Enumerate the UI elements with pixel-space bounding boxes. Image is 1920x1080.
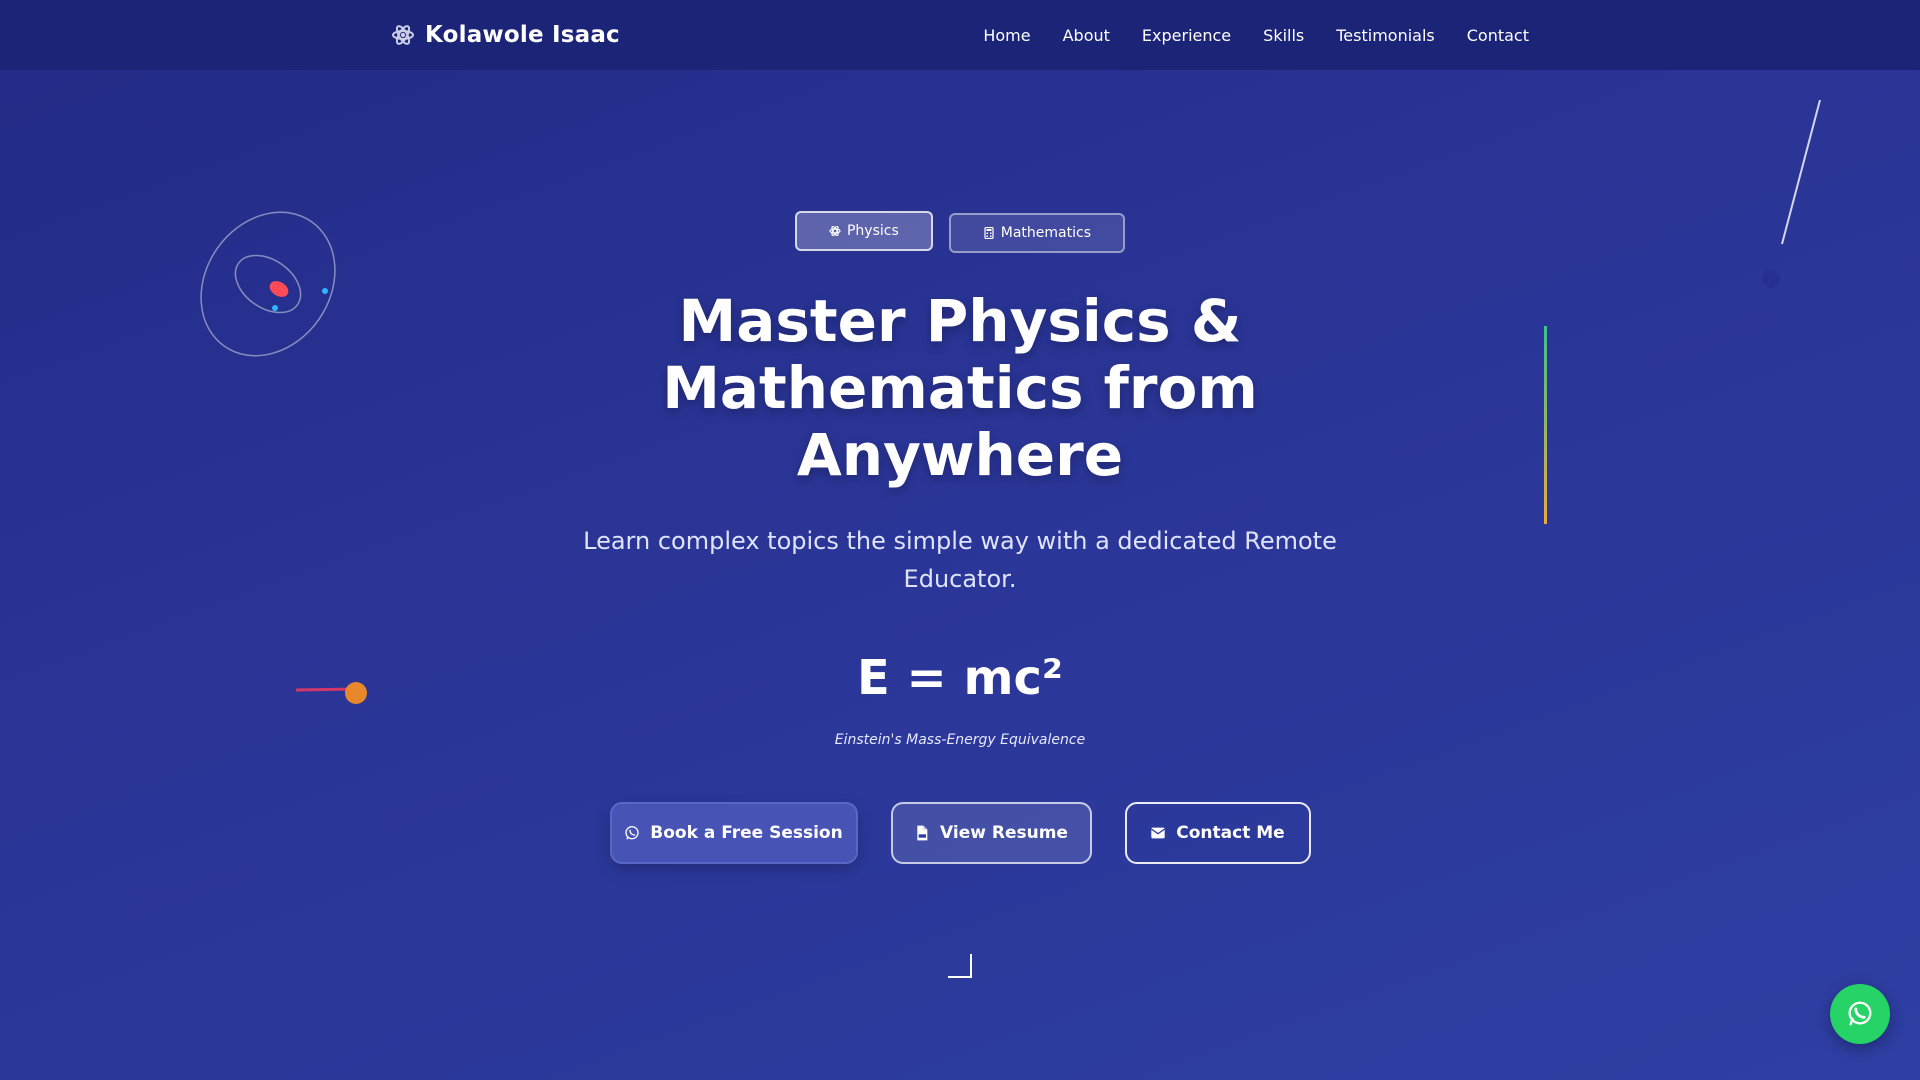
tab-physics-label: Physics [846,223,899,239]
whatsapp-icon [625,826,639,840]
envelope-icon [1151,827,1166,839]
contact-me-button[interactable]: Contact Me [1124,802,1311,864]
nav-testimonials-link[interactable]: Testimonials [1336,26,1435,45]
atom-icon [392,25,414,45]
formula-display: E = mc² [857,650,1063,706]
view-resume-button[interactable]: View Resume [890,802,1092,864]
hero-section: Physics Mathematics Master Physics & Mat… [0,70,1920,1080]
nav-skills-link[interactable]: Skills [1263,26,1304,45]
book-session-label: Book a Free Session [650,823,843,843]
contact-me-label: Contact Me [1176,823,1285,843]
calculator-icon [984,227,994,239]
nav-contact-link[interactable]: Contact [1467,26,1529,45]
pendulum-decoration [1762,100,1821,288]
subject-tabs: Physics Mathematics [0,211,1920,253]
main-menu: Home About Experience Skills Testimonial… [983,0,1529,70]
whatsapp-icon [1848,1001,1872,1026]
pdf-file-icon [917,825,928,841]
book-session-button[interactable]: Book a Free Session [609,802,858,864]
formula-caption: Einstein's Mass-Energy Equivalence [834,732,1086,748]
view-resume-label: View Resume [940,823,1068,843]
top-navbar: Kolawole Isaac Home About Experience Ski… [0,0,1920,70]
atom-icon [829,225,841,237]
tab-physics[interactable]: Physics [794,211,933,251]
brand-name: Kolawole Isaac [425,22,620,48]
gradient-line-decoration [1544,326,1547,524]
hero-headline: Master Physics & Mathematics from Anywhe… [662,287,1258,489]
nav-experience-link[interactable]: Experience [1142,26,1231,45]
cta-buttons: Book a Free Session View Resume Contact … [0,802,1920,864]
tab-mathematics[interactable]: Mathematics [948,213,1125,253]
nav-about-link[interactable]: About [1063,26,1110,45]
tab-mathematics-label: Mathematics [1000,225,1091,241]
hero-subtitle: Learn complex topics the simple way with… [583,527,1337,593]
brand-logo-link[interactable]: Kolawole Isaac [391,0,620,70]
scroll-down-indicator[interactable] [948,954,972,978]
whatsapp-float-button[interactable] [1830,984,1890,1044]
nav-home-link[interactable]: Home [983,26,1030,45]
